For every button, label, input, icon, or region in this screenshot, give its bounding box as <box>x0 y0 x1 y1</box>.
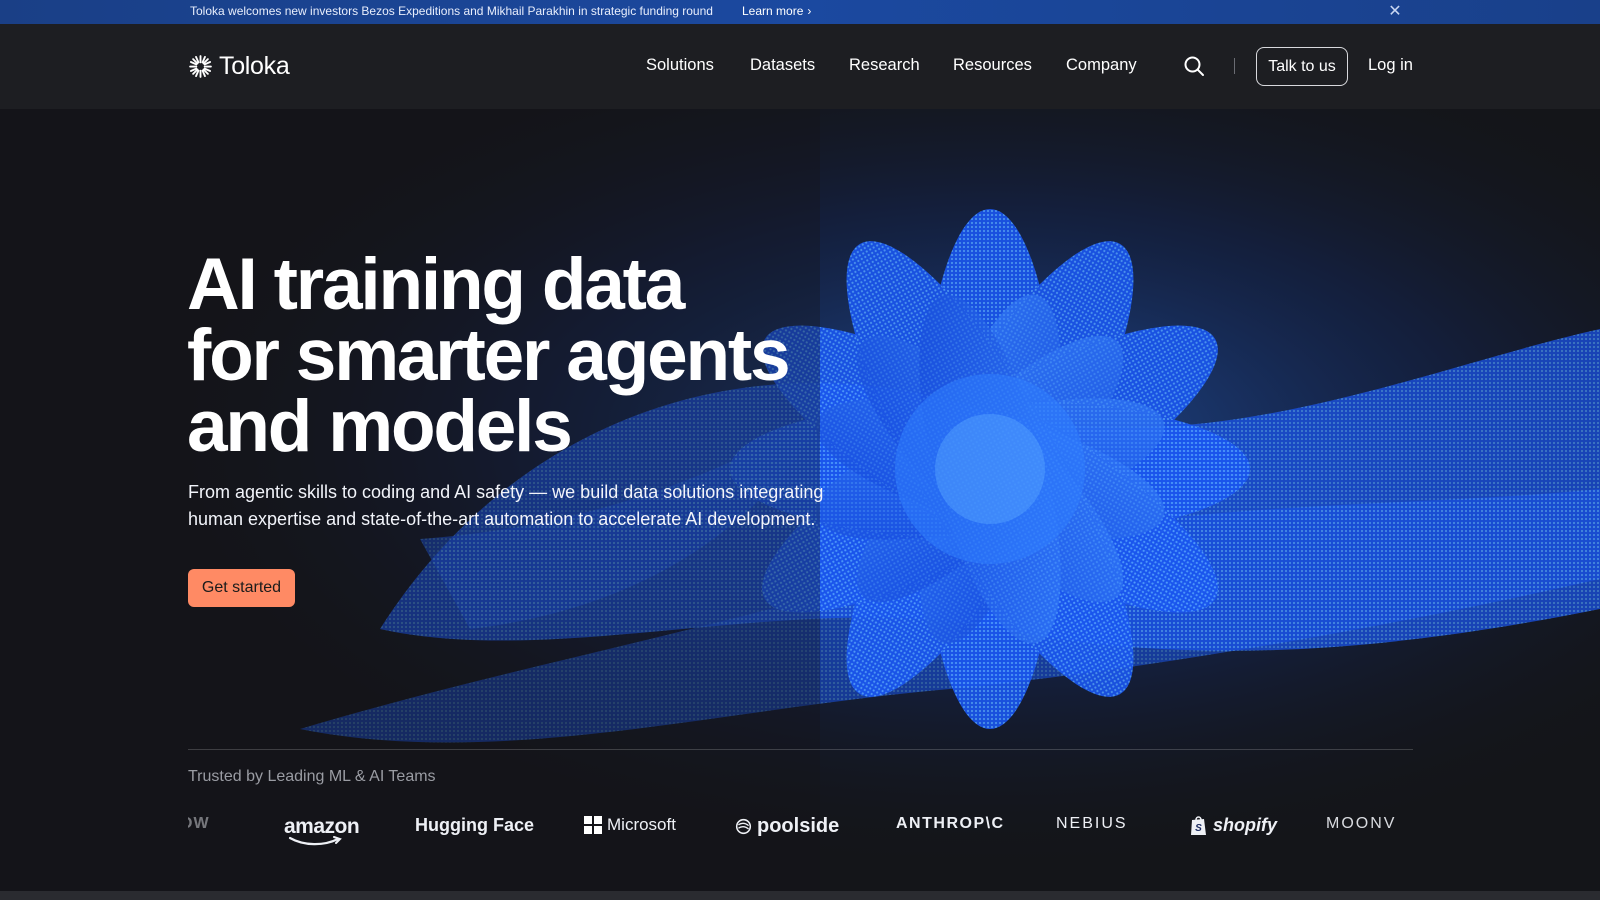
learn-more-link[interactable]: Learn more › <box>742 4 811 18</box>
chevron-right-icon: › <box>807 4 812 18</box>
microsoft-grid-icon <box>584 816 602 834</box>
hero-title-line: for smarter agents <box>187 315 791 396</box>
close-icon[interactable]: ✕ <box>1386 3 1404 21</box>
amazon-smile-icon <box>288 836 342 846</box>
nav-company[interactable]: Company <box>1066 56 1137 75</box>
hero-section: AI training data for smarter agents and … <box>0 109 1600 900</box>
hero-subtitle-line: From agentic skills to coding and AI saf… <box>188 482 824 502</box>
talk-to-us-button[interactable]: Talk to us <box>1256 47 1348 86</box>
search-icon[interactable] <box>1182 54 1206 78</box>
hero-subtitle-line: human expertise and state-of-the-art aut… <box>188 509 816 529</box>
hero-title-line: and models <box>187 386 573 467</box>
hero-title: AI training data for smarter agents and … <box>187 244 791 467</box>
nav-resources[interactable]: Resources <box>953 56 1032 75</box>
toloka-logo-icon <box>189 55 212 78</box>
microsoft-logo: Microsoft <box>584 815 676 835</box>
shopify-bag-icon: S <box>1191 816 1206 835</box>
get-started-button[interactable]: Get started <box>188 569 295 607</box>
hugging-face-logo: Hugging Face <box>415 815 535 835</box>
nav-solutions[interactable]: Solutions <box>646 56 714 75</box>
trusted-divider <box>188 749 1413 750</box>
shopify-logo-text: shopify <box>1213 815 1278 835</box>
learn-more-label: Learn more <box>742 4 804 18</box>
top-navigation: Toloka Solutions Datasets Research Resou… <box>0 24 1600 109</box>
nav-datasets[interactable]: Datasets <box>750 56 815 75</box>
brand-logo[interactable]: Toloka <box>188 52 290 81</box>
brand-name: Toloka <box>219 52 290 80</box>
announcement-bar: Toloka welcomes new investors Bezos Expe… <box>0 0 1600 24</box>
poolside-logo-text: poolside <box>757 815 840 837</box>
hero-subtitle: From agentic skills to coding and AI saf… <box>188 479 823 533</box>
partner-logo: OW <box>188 815 210 832</box>
anthropic-logo: ANTHROP\C <box>896 815 1005 832</box>
poolside-mark-icon <box>735 818 752 835</box>
poolside-logo: poolside <box>735 815 839 838</box>
shopify-logo: S shopify <box>1190 815 1277 836</box>
nebius-logo: NEBIUS <box>1056 815 1128 832</box>
partner-logos: OW amazon Hugging Face Microsoft poolsid… <box>188 803 1413 853</box>
nav-research[interactable]: Research <box>849 56 920 75</box>
nav-divider <box>1234 58 1235 74</box>
announcement-text: Toloka welcomes new investors Bezos Expe… <box>190 4 713 18</box>
partner-logo: MOONV <box>1326 815 1397 832</box>
microsoft-logo-text: Microsoft <box>607 815 676 834</box>
bottom-edge <box>0 891 1600 900</box>
svg-text:S: S <box>1195 823 1202 834</box>
trusted-label: Trusted by Leading ML & AI Teams <box>188 768 436 785</box>
amazon-logo: amazon <box>284 815 360 846</box>
login-link[interactable]: Log in <box>1368 56 1413 75</box>
hero-title-line: AI training data <box>187 244 685 325</box>
